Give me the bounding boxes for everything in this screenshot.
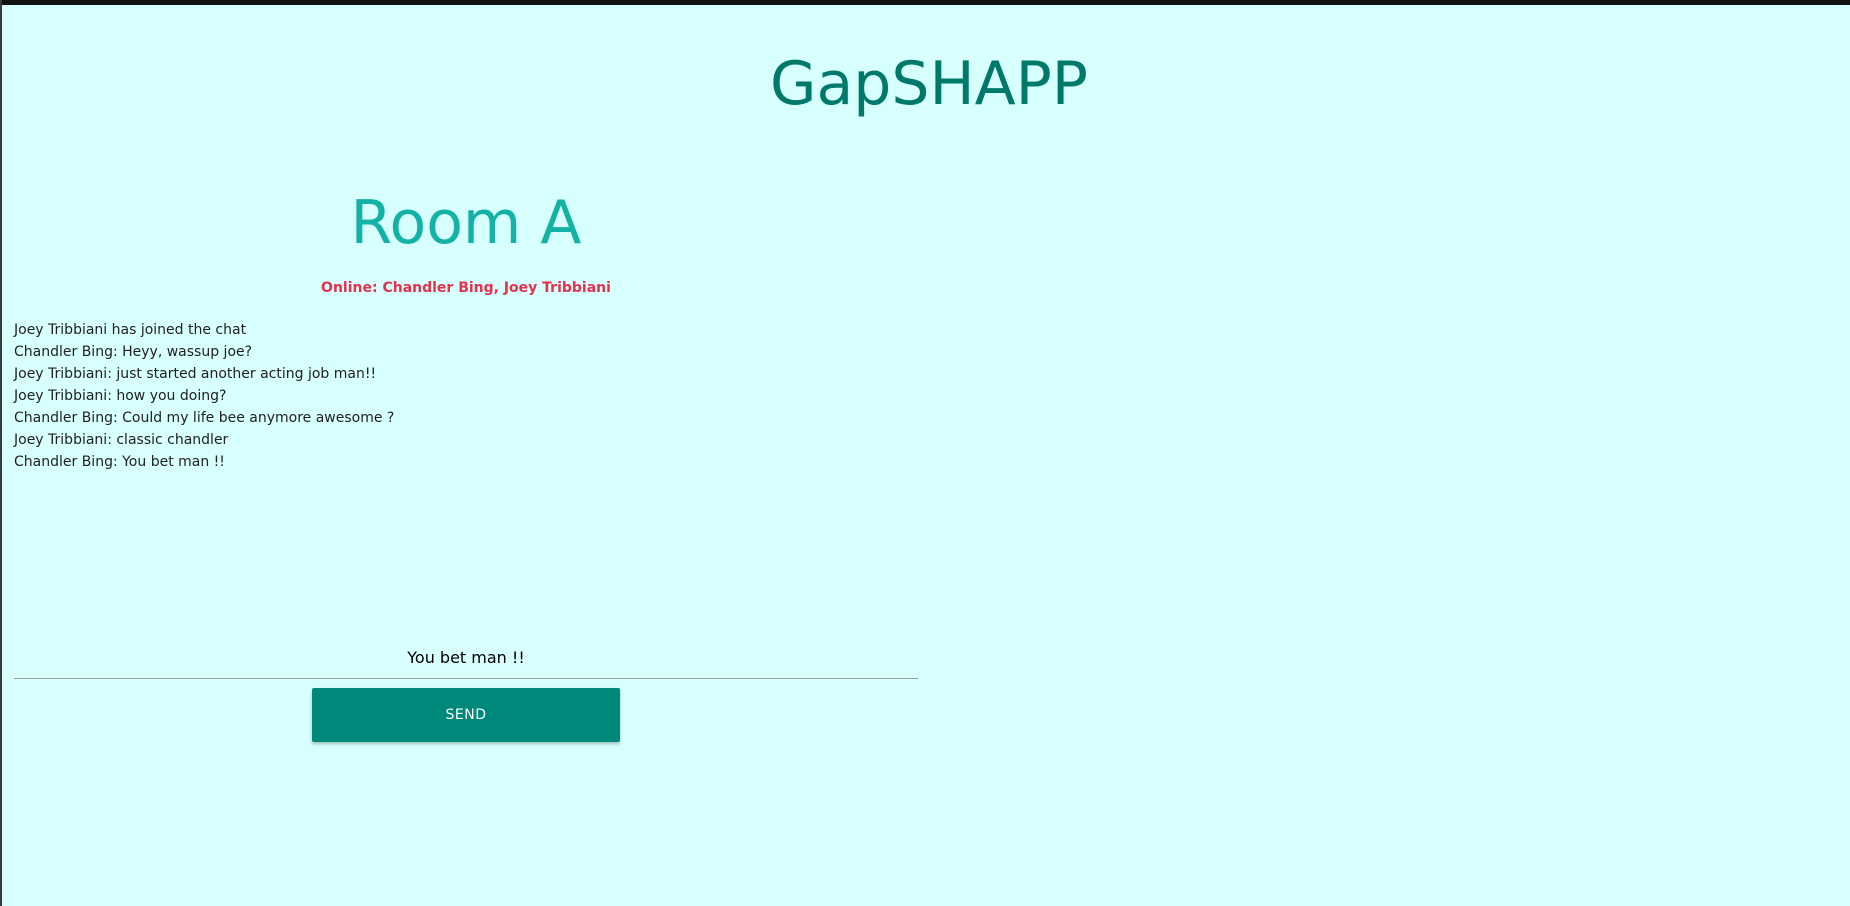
send-button[interactable]: SEND <box>312 688 620 742</box>
window-left-border <box>0 0 2 906</box>
room-title: Room A <box>350 188 582 258</box>
app-title: GapSHAPP <box>770 49 1088 119</box>
message-item: Joey Tribbiani has joined the chat <box>14 322 247 338</box>
message-item: Chandler Bing: Could my life bee anymore… <box>14 410 395 426</box>
window-top-border <box>0 0 1850 5</box>
message-list: Joey Tribbiani has joined the chat Chand… <box>14 319 918 619</box>
message-item: Joey Tribbiani: how you doing? <box>14 388 227 404</box>
message-item: Joey Tribbiani: classic chandler <box>14 432 229 448</box>
chat-panel: Room A Online: Chandler Bing, Joey Tribb… <box>14 160 918 760</box>
message-item: Chandler Bing: Heyy, wassup joe? <box>14 344 253 360</box>
online-users: Online: Chandler Bing, Joey Tribbiani <box>321 280 611 296</box>
message-item: Chandler Bing: You bet man !! <box>14 454 225 470</box>
message-item: Joey Tribbiani: just started another act… <box>14 366 377 382</box>
message-input[interactable] <box>14 637 918 679</box>
